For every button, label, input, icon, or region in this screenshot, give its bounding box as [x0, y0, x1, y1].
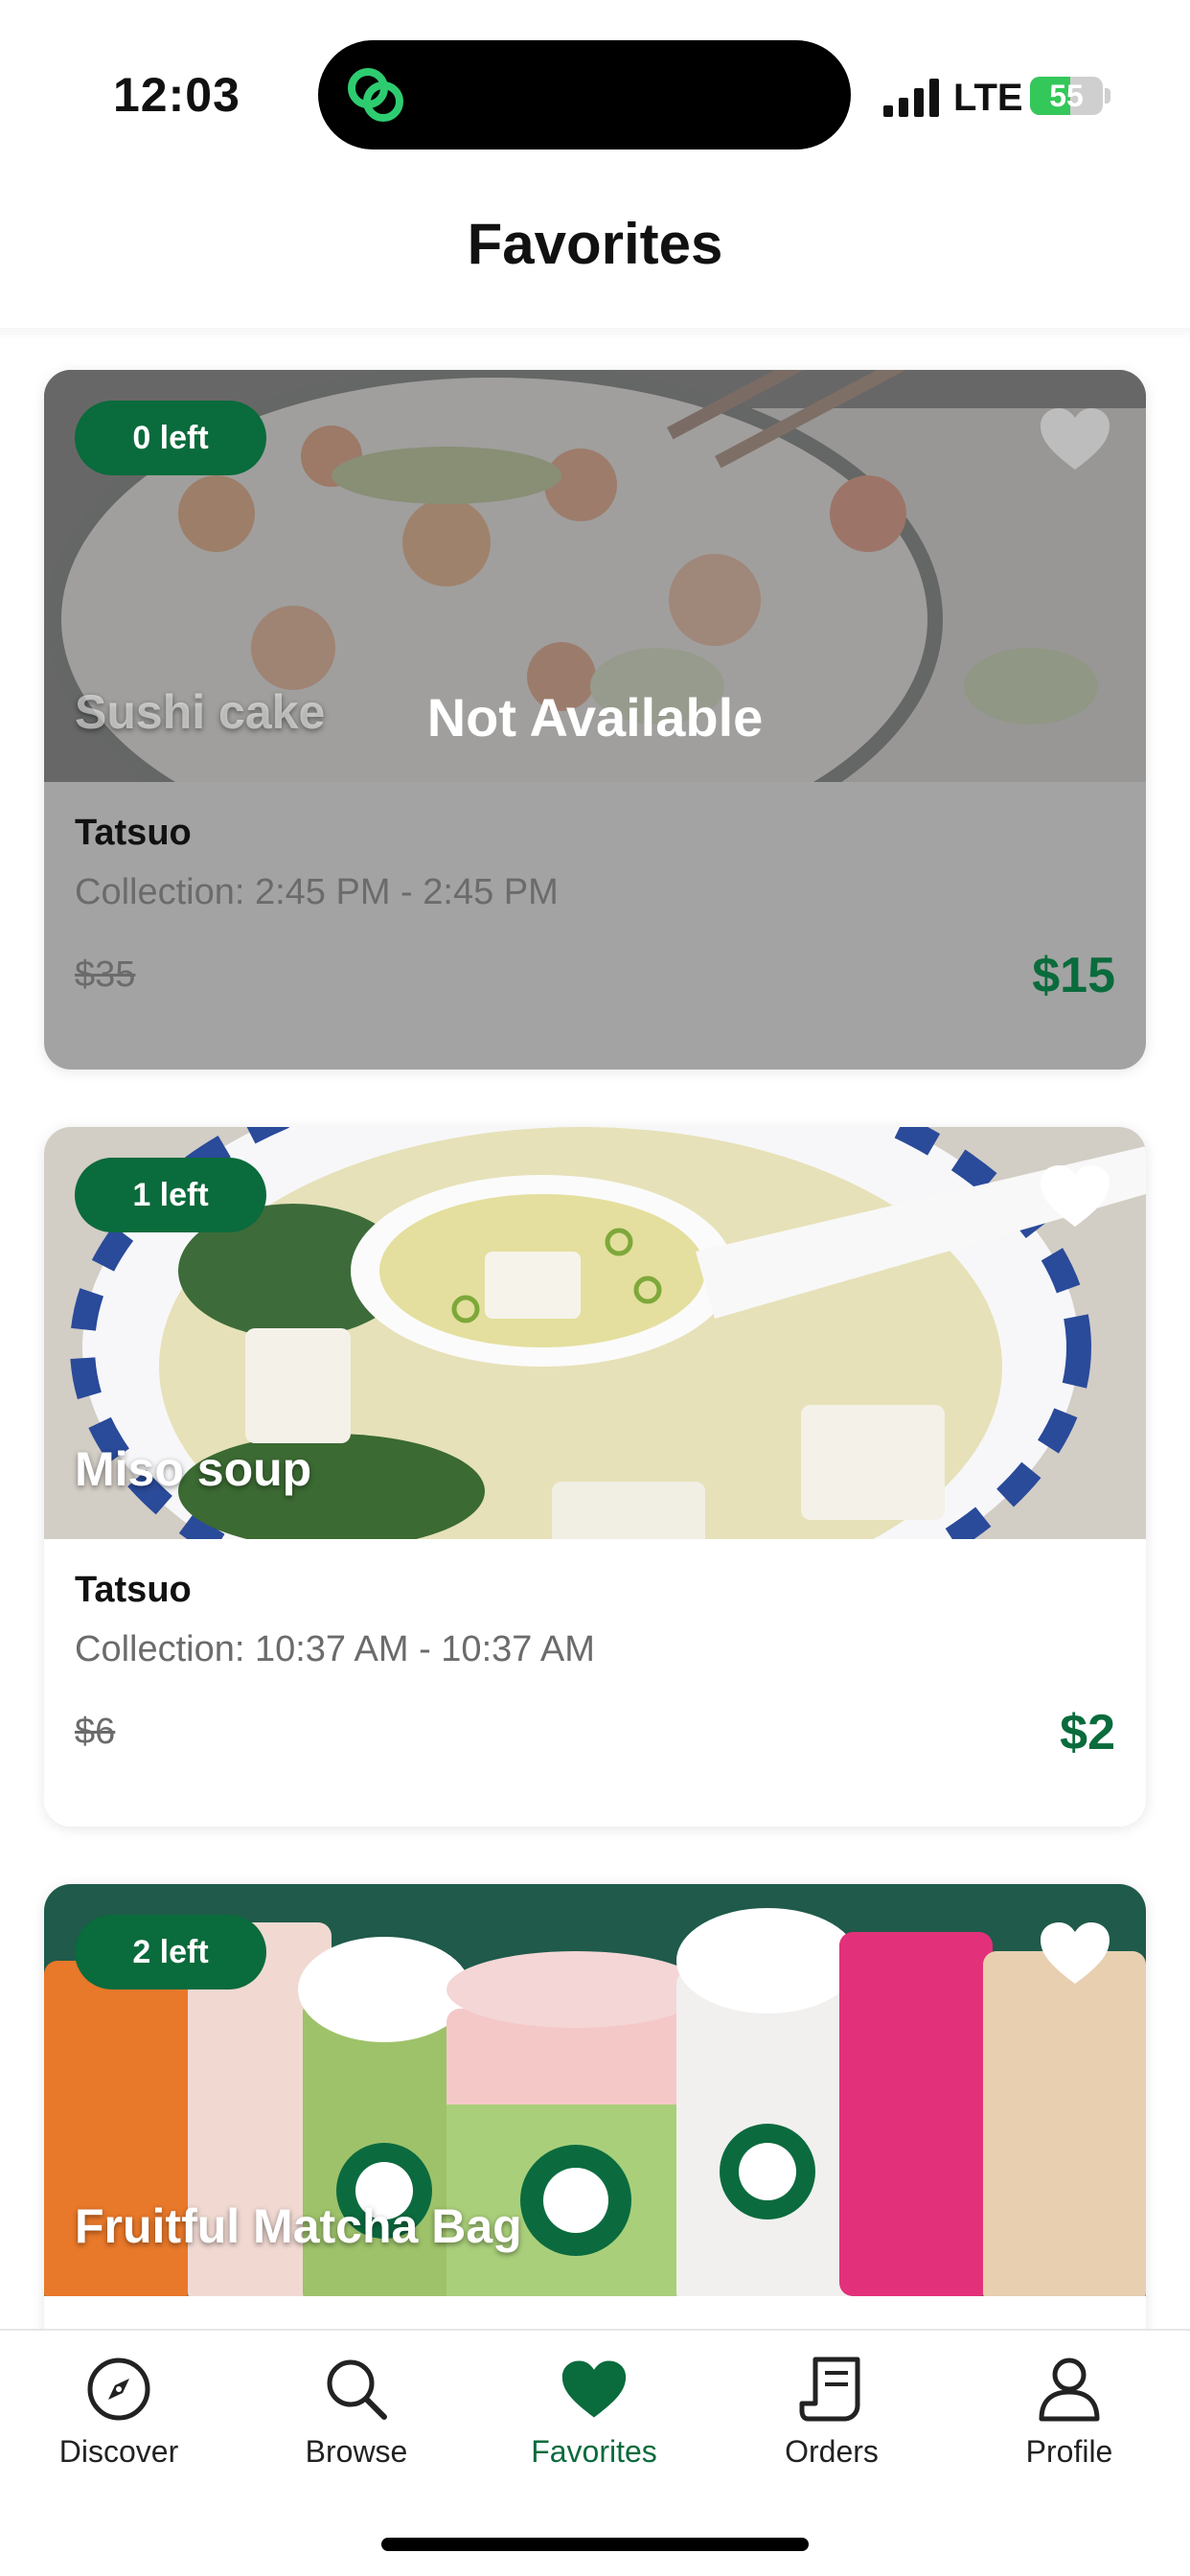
- tab-profile[interactable]: Profile: [973, 2356, 1165, 2499]
- heart-icon: [561, 2360, 627, 2418]
- search-icon: [327, 2359, 387, 2420]
- home-indicator[interactable]: [381, 2538, 809, 2551]
- collection-time: Collection: 2:45 PM - 2:45 PM: [75, 872, 559, 912]
- favorite-heart-icon[interactable]: [1039, 1920, 1111, 1986]
- stock-badge: 0 left: [75, 401, 266, 475]
- store-name: Tatsuo: [75, 1570, 192, 1610]
- dynamic-island: [318, 40, 851, 150]
- collection-time: Collection: 10:37 AM - 10:37 AM: [75, 1629, 595, 1669]
- tab-browse[interactable]: Browse: [261, 2356, 452, 2499]
- compass-icon: [87, 2358, 150, 2421]
- tab-label: Orders: [785, 2434, 879, 2469]
- tab-orders[interactable]: Orders: [736, 2356, 927, 2499]
- original-price: $35: [75, 954, 136, 995]
- tab-discover[interactable]: Discover: [23, 2356, 215, 2499]
- network-label: LTE: [953, 77, 1023, 119]
- status-time: 12:03: [113, 68, 240, 122]
- receipt-icon: [799, 2357, 860, 2422]
- header-divider: [0, 328, 1190, 341]
- item-title: Miso soup: [75, 1442, 312, 1496]
- favorite-card-sushi-cake[interactable]: 0 left Sushi cake Not Available Tatsuo C…: [44, 370, 1146, 1070]
- page-title: Favorites: [467, 212, 723, 276]
- favorite-heart-icon[interactable]: [1039, 406, 1111, 472]
- not-available-label: Not Available: [426, 687, 764, 748]
- discount-price: $15: [1032, 948, 1115, 1003]
- favorite-heart-icon[interactable]: [1039, 1163, 1111, 1229]
- battery-icon: 55: [1030, 77, 1103, 115]
- app-link-icon: [348, 68, 403, 122]
- card-info: Tatsuo Collection: 10:37 AM - 10:37 AM $…: [44, 1539, 1146, 1827]
- discount-price: $2: [1060, 1705, 1115, 1760]
- stock-badge: 2 left: [75, 1915, 266, 1990]
- tab-label: Browse: [305, 2434, 408, 2469]
- status-bar: 12:03 LTE 55: [0, 0, 1190, 172]
- tab-label: Profile: [1025, 2434, 1113, 2469]
- card-info: Tatsuo Collection: 2:45 PM - 2:45 PM $35…: [44, 782, 1146, 1070]
- tab-label: Favorites: [531, 2434, 657, 2469]
- person-icon: [1039, 2358, 1100, 2422]
- tab-favorites[interactable]: Favorites: [498, 2356, 690, 2499]
- battery-nub: [1105, 88, 1110, 104]
- favorites-screen: 12:03 LTE 55 Favorites 0 left Sushi cake…: [0, 0, 1190, 2576]
- original-price: $6: [75, 1712, 116, 1752]
- tab-label: Discover: [58, 2434, 179, 2469]
- battery-percent: 55: [1049, 79, 1084, 113]
- stock-badge: 1 left: [75, 1158, 266, 1232]
- item-title: Fruitful Matcha Bag: [75, 2199, 522, 2253]
- favorite-card-miso-soup[interactable]: 1 left Miso soup Tatsuo Collection: 10:3…: [44, 1127, 1146, 1827]
- signal-icon: [883, 79, 939, 117]
- store-name: Tatsuo: [75, 813, 192, 853]
